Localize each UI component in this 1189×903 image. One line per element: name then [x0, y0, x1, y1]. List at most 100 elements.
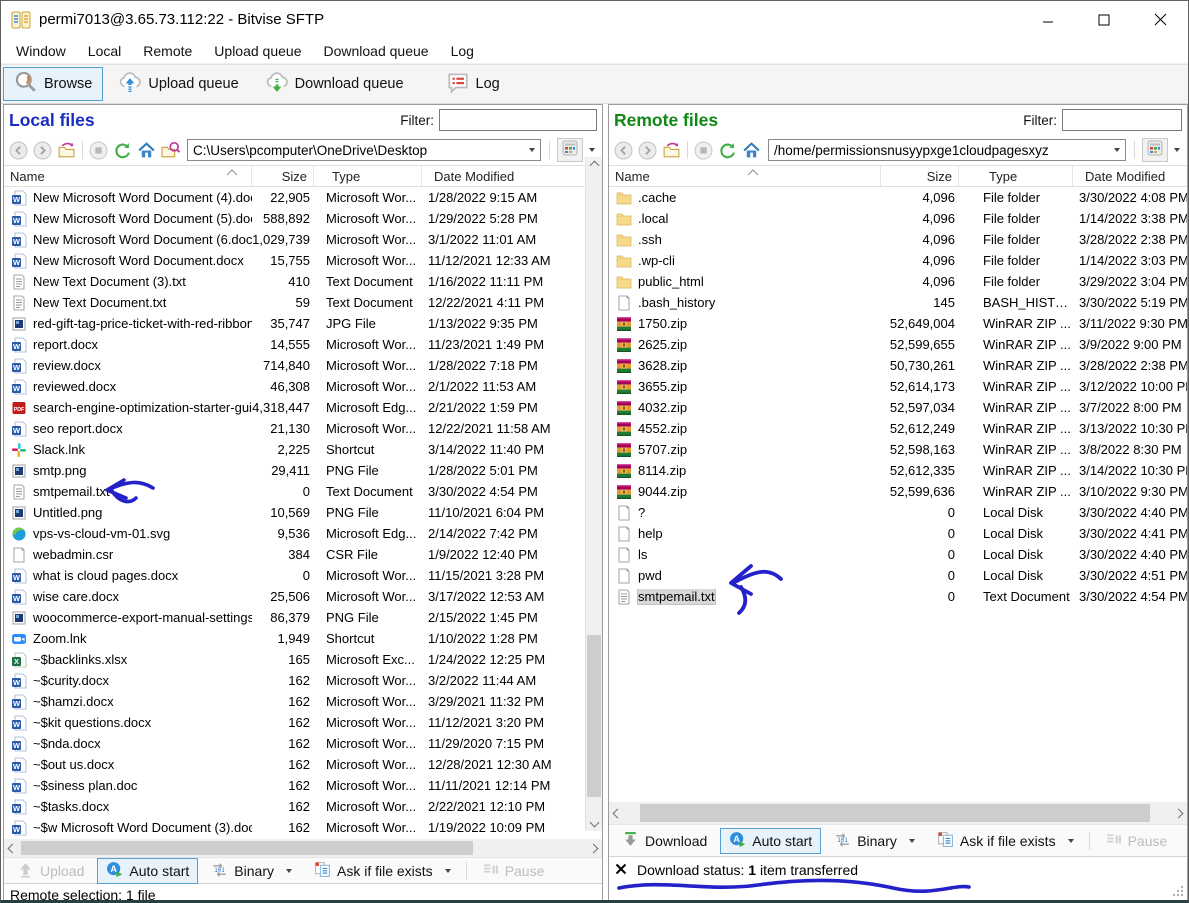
home-icon[interactable]: [741, 140, 762, 161]
file-row[interactable]: WNew Microsoft Word Document (4).docx22,…: [4, 187, 602, 208]
file-row[interactable]: Wwhat is cloud pages.docx0Microsoft Wor.…: [4, 565, 602, 586]
log-button[interactable]: Log: [435, 67, 511, 101]
local-hscroll-thumb[interactable]: [21, 841, 473, 855]
file-row[interactable]: vps-vs-cloud-vm-01.svg9,536Microsoft Edg…: [4, 523, 602, 544]
scroll-right-icon[interactable]: [585, 845, 602, 852]
column-header-name[interactable]: Name: [4, 166, 252, 186]
local-filter-input[interactable]: [439, 109, 597, 131]
file-row[interactable]: W~$tasks.docx162Microsoft Wor...2/22/202…: [4, 796, 602, 817]
file-row[interactable]: smtpemail.txt0Text Document3/30/2022 4:5…: [609, 586, 1187, 607]
forward-icon[interactable]: [637, 140, 658, 161]
file-row[interactable]: 3628.zip50,730,261WinRAR ZIP ...3/28/202…: [609, 355, 1187, 376]
menu-local[interactable]: Local: [77, 39, 132, 63]
file-row[interactable]: PDFsearch-engine-optimization-starter-gu…: [4, 397, 602, 418]
local-auto-start-button[interactable]: A Auto start: [97, 858, 198, 884]
file-row[interactable]: Wseo report.docx21,130Microsoft Wor...12…: [4, 418, 602, 439]
menu-download-queue[interactable]: Download queue: [312, 39, 439, 63]
menu-window[interactable]: Window: [5, 39, 77, 63]
resize-grip[interactable]: [1171, 884, 1185, 903]
home-icon[interactable]: [136, 140, 157, 161]
local-ask-if-exists-button[interactable]: Ask if file exists: [305, 858, 460, 884]
remote-hscroll-thumb[interactable]: [640, 804, 1150, 822]
remote-path-dropdown-icon[interactable]: [1109, 140, 1125, 160]
remote-horizontal-scrollbar[interactable]: [609, 802, 1187, 824]
parent-folder-icon[interactable]: [56, 140, 77, 161]
remote-path-combobox[interactable]: /home/permissionsnusyypxge1cloudpagesxyz: [768, 139, 1126, 161]
upload-button[interactable]: Upload: [8, 858, 93, 884]
file-row[interactable]: .wp-cli4,096File folder1/14/2022 3:03 PM: [609, 250, 1187, 271]
file-row[interactable]: .bash_history145BASH_HISTO...3/30/2022 5…: [609, 292, 1187, 313]
file-row[interactable]: WNew Microsoft Word Document.docx15,755M…: [4, 250, 602, 271]
upload-queue-button[interactable]: Upload queue: [107, 67, 249, 101]
menu-upload-queue[interactable]: Upload queue: [203, 39, 312, 63]
file-row[interactable]: smtpemail.txt0Text Document3/30/2022 4:5…: [4, 481, 602, 502]
local-vscroll-thumb[interactable]: [587, 635, 601, 797]
file-row[interactable]: help0Local Disk3/30/2022 4:41 PM: [609, 523, 1187, 544]
close-button[interactable]: [1132, 1, 1188, 38]
file-row[interactable]: W~$curity.docx162Microsoft Wor...3/2/202…: [4, 670, 602, 691]
browse-folder-icon[interactable]: [160, 140, 181, 161]
file-row[interactable]: Slack.lnk2,225Shortcut3/14/2022 11:40 PM: [4, 439, 602, 460]
column-header-size[interactable]: Size: [881, 166, 959, 186]
file-row[interactable]: 2625.zip52,599,655WinRAR ZIP ...3/9/2022…: [609, 334, 1187, 355]
file-row[interactable]: .ssh4,096File folder3/28/2022 2:38 PM: [609, 229, 1187, 250]
ask-dropdown-icon[interactable]: [1068, 839, 1074, 843]
menu-remote[interactable]: Remote: [132, 39, 203, 63]
local-binary-mode-button[interactable]: 101 Binary: [202, 858, 301, 884]
column-header-size[interactable]: Size: [252, 166, 314, 186]
file-row[interactable]: Wwise care.docx25,506Microsoft Wor...3/1…: [4, 586, 602, 607]
back-icon[interactable]: [8, 140, 29, 161]
forward-icon[interactable]: [32, 140, 53, 161]
file-row[interactable]: New Text Document (3).txt410Text Documen…: [4, 271, 602, 292]
browse-button[interactable]: Browse: [3, 67, 103, 101]
download-button[interactable]: Download: [613, 828, 716, 854]
ask-dropdown-icon[interactable]: [445, 869, 451, 873]
file-row[interactable]: 5707.zip52,598,163WinRAR ZIP ...3/8/2022…: [609, 439, 1187, 460]
file-row[interactable]: 8114.zip52,612,335WinRAR ZIP ...3/14/202…: [609, 460, 1187, 481]
file-row[interactable]: 3655.zip52,614,173WinRAR ZIP ...3/12/202…: [609, 376, 1187, 397]
file-row[interactable]: woocommerce-export-manual-settings...86,…: [4, 607, 602, 628]
file-row[interactable]: WNew Microsoft Word Document (5).docx588…: [4, 208, 602, 229]
download-queue-button[interactable]: Download queue: [254, 67, 415, 101]
remote-view-mode-button[interactable]: [1142, 138, 1168, 162]
menu-log[interactable]: Log: [440, 39, 485, 63]
remote-view-dropdown-icon[interactable]: [1171, 148, 1183, 152]
clear-status-icon[interactable]: [615, 862, 627, 878]
file-row[interactable]: ls0Local Disk3/30/2022 4:40 PM: [609, 544, 1187, 565]
remote-ask-if-exists-button[interactable]: Ask if file exists: [928, 828, 1083, 854]
file-row[interactable]: 4552.zip52,612,249WinRAR ZIP ...3/13/202…: [609, 418, 1187, 439]
file-row[interactable]: 9044.zip52,599,636WinRAR ZIP ...3/10/202…: [609, 481, 1187, 502]
file-row[interactable]: Wreviewed.docx46,308Microsoft Wor...2/1/…: [4, 376, 602, 397]
scroll-left-icon[interactable]: [609, 810, 626, 817]
file-row[interactable]: .local4,096File folder1/14/2022 3:38 PM: [609, 208, 1187, 229]
file-row[interactable]: New Text Document.txt59Text Document12/2…: [4, 292, 602, 313]
stop-icon[interactable]: [693, 140, 714, 161]
file-row[interactable]: ?0Local Disk3/30/2022 4:40 PM: [609, 502, 1187, 523]
binary-dropdown-icon[interactable]: [909, 839, 915, 843]
stop-icon[interactable]: [88, 140, 109, 161]
file-row[interactable]: Wreport.docx14,555Microsoft Wor...11/23/…: [4, 334, 602, 355]
file-row[interactable]: .cache4,096File folder3/30/2022 4:08 PM: [609, 187, 1187, 208]
maximize-button[interactable]: [1076, 1, 1132, 38]
remote-pause-button[interactable]: Pause: [1096, 828, 1177, 854]
file-row[interactable]: pwd0Local Disk3/30/2022 4:51 PM: [609, 565, 1187, 586]
scroll-left-icon[interactable]: [4, 845, 21, 852]
local-horizontal-scrollbar[interactable]: [4, 839, 602, 857]
file-row[interactable]: W~$nda.docx162Microsoft Wor...11/29/2020…: [4, 733, 602, 754]
file-row[interactable]: Zoom.lnk1,949Shortcut1/10/2022 1:28 PM: [4, 628, 602, 649]
file-row[interactable]: X~$backlinks.xlsx165Microsoft Exc...1/24…: [4, 649, 602, 670]
file-row[interactable]: Untitled.png10,569PNG File11/10/2021 6:0…: [4, 502, 602, 523]
file-row[interactable]: red-gift-tag-price-ticket-with-red-ribbo…: [4, 313, 602, 334]
local-view-dropdown-icon[interactable]: [586, 148, 598, 152]
local-pause-button[interactable]: Pause: [473, 858, 554, 884]
column-header-name[interactable]: Name: [609, 166, 881, 186]
back-icon[interactable]: [613, 140, 634, 161]
remote-filter-input[interactable]: [1062, 109, 1182, 131]
local-vertical-scrollbar[interactable]: [585, 157, 602, 831]
binary-dropdown-icon[interactable]: [286, 869, 292, 873]
refresh-icon[interactable]: [717, 140, 738, 161]
local-path-combobox[interactable]: C:\Users\pcomputer\OneDrive\Desktop: [187, 139, 541, 161]
file-row[interactable]: W~$hamzi.docx162Microsoft Wor...3/29/202…: [4, 691, 602, 712]
remote-auto-start-button[interactable]: A Auto start: [720, 828, 821, 854]
file-row[interactable]: 4032.zip52,597,034WinRAR ZIP ...3/7/2022…: [609, 397, 1187, 418]
